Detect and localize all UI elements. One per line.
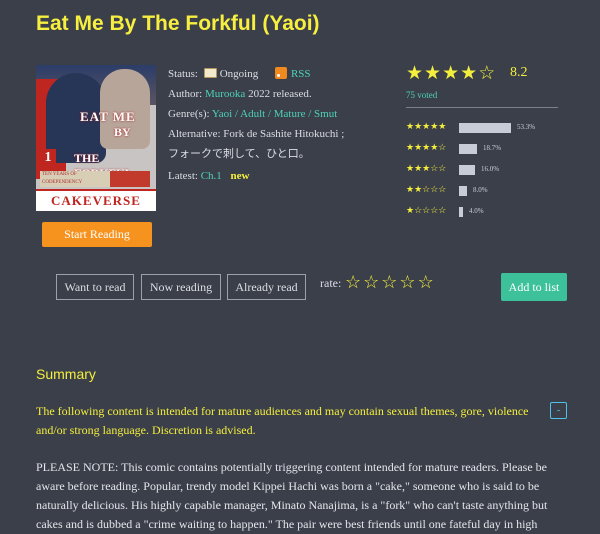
rating-row-stars: ★★★☆☆	[406, 163, 447, 173]
rating-percent: 16.0%	[481, 165, 500, 173]
star-filled-icon: ★	[424, 63, 443, 84]
cover-block	[110, 171, 150, 187]
latest-label: Latest:	[168, 170, 198, 182]
rate-star-icon[interactable]: ☆	[363, 272, 381, 292]
rating-bar	[459, 123, 511, 133]
book-icon	[203, 68, 217, 78]
alternative-row-2: フォークで刺して、ひと口。	[168, 144, 310, 164]
rating-row-stars: ★★★★☆	[406, 142, 447, 152]
alternative-value-jp: フォークで刺して、ひと口。	[168, 148, 310, 160]
rss-icon[interactable]	[274, 67, 287, 79]
cover-image[interactable]: EAT ME BY THE FORKFUL 1 TEN YEARS OF COD…	[36, 65, 156, 211]
rating-percent: 53.3%	[517, 123, 536, 131]
rate-star-icon[interactable]: ☆	[418, 272, 436, 292]
latest-chapter-link[interactable]: Ch.1	[201, 170, 222, 182]
author-row: Author: Murooka 2022 released.	[168, 84, 312, 104]
rating-bar-row: ★★☆☆☆ 8.0%	[406, 184, 566, 197]
rating-bar	[459, 144, 477, 154]
alternative-value: Fork de Sashite Hitokuchi ;	[223, 128, 345, 140]
rating-row-stars: ★★☆☆☆	[406, 184, 447, 194]
mature-warning: The following content is intended for ma…	[36, 404, 529, 437]
star-filled-icon: ★	[406, 63, 425, 84]
already-read-button[interactable]: Already read	[227, 274, 306, 300]
rate-label: rate:	[320, 276, 342, 290]
status-row: Status: Ongoing RSS	[168, 64, 311, 84]
genres-links[interactable]: Yaoi / Adult / Mature / Smut	[212, 108, 337, 120]
status-label: Status:	[168, 68, 198, 80]
rating-bar-row: ★★★☆☆ 16.0%	[406, 163, 566, 176]
alternative-label: Alternative:	[168, 128, 221, 140]
rating-percent: 4.0%	[469, 207, 484, 215]
rating-percent: 8.0%	[473, 186, 488, 194]
star-filled-icon: ★	[442, 63, 461, 84]
alternative-row: Alternative: Fork de Sashite Hitokuchi ;	[168, 124, 344, 144]
rating-bar	[459, 207, 463, 217]
summary-heading: Summary	[36, 366, 96, 382]
want-to-read-button[interactable]: Want to read	[56, 274, 134, 300]
collapse-button[interactable]: -	[550, 402, 567, 419]
vote-count: 75 voted	[406, 90, 438, 100]
cover-subtitle: TEN YEARS OF CODEPENDENCY	[40, 171, 110, 187]
rating-bar	[459, 186, 467, 196]
rating-score: 8.2	[510, 65, 528, 80]
rating-percent: 18.7%	[483, 144, 502, 152]
average-stars: ★★★★☆	[406, 62, 496, 85]
summary-description: PLEASE NOTE: This comic contains potenti…	[36, 460, 548, 531]
rate-star-icon[interactable]: ☆	[381, 272, 399, 292]
author-label: Author:	[168, 88, 203, 100]
rate-star-icon[interactable]: ☆	[345, 272, 363, 292]
rss-link[interactable]: RSS	[291, 68, 311, 80]
page-title: Eat Me By The Forkful (Yaoi)	[36, 12, 320, 35]
add-to-list-button[interactable]: Add to list	[501, 273, 567, 301]
rating-row-stars: ★☆☆☆☆	[406, 205, 447, 215]
rating-bar-row: ★☆☆☆☆ 4.0%	[406, 205, 566, 218]
release-year: 2022 released.	[248, 88, 312, 100]
cover-title-eat: EAT ME	[80, 109, 136, 124]
cover-publisher: CAKEVERSE	[36, 189, 156, 211]
genres-label: Genre(s):	[168, 108, 210, 120]
author-link[interactable]: Murooka	[205, 88, 245, 100]
star-empty-icon: ☆	[478, 63, 497, 84]
rating-divider	[406, 107, 558, 108]
cover-title-by: BY	[114, 125, 131, 139]
star-filled-icon: ★	[460, 63, 479, 84]
rating-bar-row: ★★★★☆ 18.7%	[406, 142, 566, 155]
cover-volume: 1	[40, 149, 56, 167]
new-badge: new	[230, 170, 250, 182]
rating-row-stars: ★★★★★	[406, 121, 447, 131]
latest-row: Latest: Ch.1 new	[168, 166, 249, 186]
status-value: Ongoing	[219, 68, 259, 80]
rate-star-icon[interactable]: ☆	[399, 272, 417, 292]
rate-stars-input[interactable]: ☆☆☆☆☆	[345, 272, 436, 293]
rating-bar	[459, 165, 475, 175]
start-reading-button[interactable]: Start Reading	[42, 222, 152, 247]
genres-row: Genre(s): Yaoi / Adult / Mature / Smut	[168, 104, 337, 124]
rating-bar-row: ★★★★★ 53.3%	[406, 121, 566, 134]
now-reading-button[interactable]: Now reading	[141, 274, 221, 300]
